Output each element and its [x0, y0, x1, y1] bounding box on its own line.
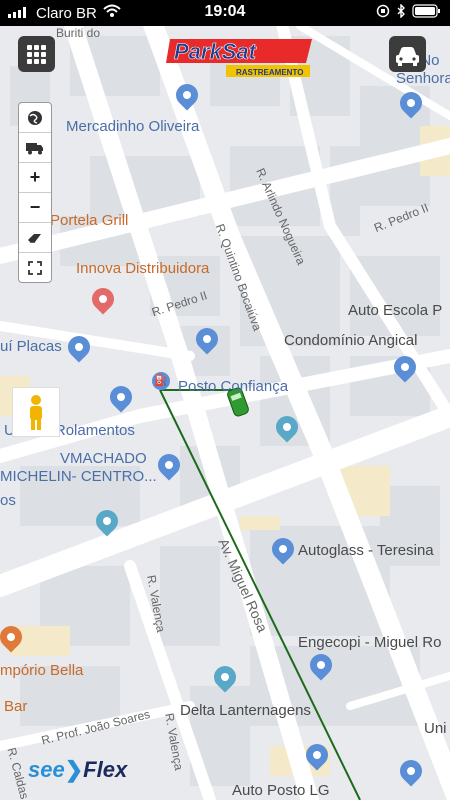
poi-label: Bar: [4, 698, 28, 715]
poi-label: VMACHADO: [60, 450, 147, 467]
poi-label: uí Placas: [0, 338, 62, 355]
gas-station-icon[interactable]: ⛽: [152, 372, 170, 390]
map-view[interactable]: ⛽ Mercadinho Oliveira I No Senhora Porte…: [0, 26, 450, 800]
bluetooth-icon: [396, 3, 406, 22]
grid-icon: [27, 45, 46, 64]
map-toolbar: + −: [18, 102, 52, 283]
poi-label: Uni: [424, 720, 447, 737]
poi-label: Delta Lanternagens: [180, 702, 311, 719]
street-view-pegman[interactable]: [12, 387, 60, 437]
poi-label: os: [0, 492, 16, 509]
brand-flex: Flex: [83, 757, 128, 782]
status-bar: Claro BR 19:04: [0, 0, 450, 26]
poi-label: Innova Distribuidora: [76, 260, 210, 277]
poi-label: Condomínio Angical: [284, 332, 418, 349]
poi-label: Portela Grill: [50, 212, 129, 229]
logo-text: ParkSat: [174, 39, 258, 64]
poi-label: Auto Escola P: [348, 302, 443, 319]
menu-grid-button[interactable]: [18, 36, 55, 72]
battery-icon: [412, 4, 442, 22]
poi-label: Senhora: [396, 70, 450, 87]
pegman-icon: [30, 395, 42, 430]
globe-icon[interactable]: [19, 103, 51, 133]
logo-subtitle: RASTREAMENTO: [236, 68, 303, 77]
seeflex-logo: see❯Flex: [28, 757, 128, 782]
zoom-out-icon[interactable]: −: [19, 193, 51, 223]
brand-see: see: [28, 757, 65, 782]
poi-label: Mercadinho Oliveira: [66, 118, 200, 135]
parksat-logo: ParkSat RASTREAMENTO: [166, 35, 316, 81]
vehicles-button[interactable]: [389, 36, 426, 72]
poi-label: Auto Posto LG: [232, 782, 330, 799]
car-icon: [396, 47, 419, 66]
rotation-lock-icon: [376, 4, 390, 22]
poi-label: MICHELIN- CENTRO...: [0, 468, 157, 485]
poi-label: mpório Bella: [0, 662, 84, 679]
fullscreen-icon[interactable]: [19, 253, 51, 282]
street-label: Buriti do: [56, 26, 101, 40]
zoom-in-icon[interactable]: +: [19, 163, 51, 193]
poi-label: Posto Confiança: [178, 378, 289, 395]
poi-label: Engecopi - Miguel Ro: [298, 634, 442, 651]
poi-label: Autoglass - Teresina: [298, 542, 434, 559]
truck-icon[interactable]: [19, 133, 51, 163]
eraser-icon[interactable]: [19, 223, 51, 253]
